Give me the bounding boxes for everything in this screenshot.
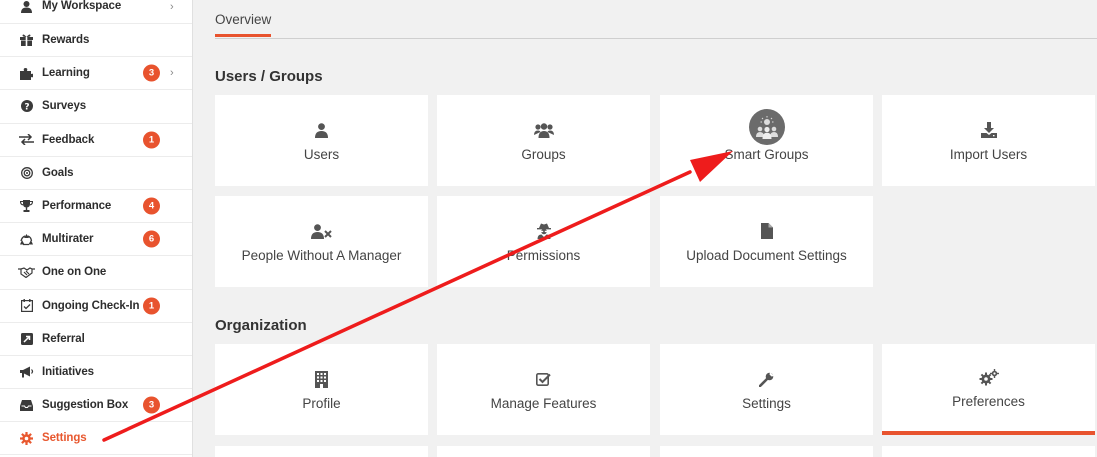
sidebar-item-label: Referral [42, 332, 85, 345]
gift-icon [18, 33, 35, 47]
card-label: Smart Groups [724, 147, 809, 162]
inbox-icon [18, 398, 35, 412]
card-import-users[interactable]: Import Users [882, 95, 1095, 186]
card-partial[interactable] [882, 446, 1095, 457]
card-label: Import Users [949, 147, 1028, 162]
sidebar-item-referral[interactable]: Referral [0, 323, 192, 356]
person-icon [18, 0, 35, 14]
sidebar-item-label: My Workspace [42, 0, 122, 12]
group-icon [533, 119, 554, 141]
card-label: Upload Document Settings [686, 248, 847, 263]
question-icon: ? [18, 99, 35, 113]
card-permissions[interactable]: Permissions [437, 196, 650, 287]
chevron-right-icon: › [170, 67, 174, 80]
sidebar: My Workspace › Rewards Learning 3 › ? Su… [0, 0, 193, 457]
trophy-icon [18, 199, 35, 213]
sidebar-item-label: Rewards [42, 34, 90, 47]
card-smart-groups[interactable]: Smart Groups [660, 95, 873, 186]
tab-bar: Overview [215, 0, 1097, 39]
recycle-icon [18, 232, 35, 246]
sidebar-item-suggestion-box[interactable]: Suggestion Box 3 [0, 389, 192, 423]
sidebar-item-ongoing-check-in[interactable]: Ongoing Check-In 1 [0, 290, 192, 323]
card-label: Groups [521, 147, 566, 162]
chevron-right-icon: › [170, 1, 174, 13]
file-icon [760, 220, 773, 242]
sidebar-item-label: Feedback [42, 133, 95, 146]
download-icon [980, 119, 997, 141]
sidebar-item-label: Surveys [42, 100, 87, 113]
svg-text:?: ? [24, 103, 29, 113]
sidebar-item-surveys[interactable]: ? Surveys [0, 90, 192, 124]
card-settings[interactable]: Settings [660, 344, 873, 435]
card-label: Permissions [506, 248, 581, 263]
card-label: Manage Features [490, 396, 597, 411]
calendar-check-icon [18, 299, 35, 313]
bullhorn-icon [18, 365, 35, 379]
share-icon [18, 332, 35, 346]
notification-badge: 1 [143, 131, 160, 149]
sidebar-item-one-on-one[interactable]: One on One [0, 256, 192, 290]
sidebar-item-label: Suggestion Box [42, 399, 129, 412]
notification-badge: 6 [143, 230, 160, 248]
user-secret-icon [536, 220, 551, 242]
card-label: Preferences [952, 394, 1025, 409]
sidebar-item-label: Initiatives [42, 365, 94, 378]
card-users[interactable]: Users [215, 95, 428, 186]
section-title-users-groups: Users / Groups [215, 68, 323, 85]
notification-badge: 4 [143, 197, 160, 215]
sidebar-item-multirater[interactable]: Multirater 6 [0, 223, 192, 257]
sidebar-item-label: Learning [42, 67, 90, 80]
gear-icon [18, 431, 35, 445]
card-label: Profile [302, 396, 341, 411]
card-partial[interactable] [215, 446, 428, 457]
card-label: Users [303, 147, 340, 162]
sidebar-item-label: Settings [42, 432, 87, 445]
card-partial[interactable] [437, 446, 650, 457]
sidebar-item-label: Ongoing Check-In [42, 299, 140, 312]
sidebar-item-learning[interactable]: Learning 3 › [0, 57, 192, 91]
target-icon [18, 166, 35, 180]
wrench-icon [759, 368, 774, 390]
sidebar-item-label: Multirater [42, 233, 94, 246]
sidebar-item-label: Goals [42, 166, 74, 179]
card-people-without-a-manager[interactable]: People Without A Manager [215, 196, 428, 287]
notification-badge: 3 [143, 396, 160, 414]
section-title-organization: Organization [215, 317, 307, 334]
building-icon [315, 368, 328, 390]
sidebar-item-rewards[interactable]: Rewards [0, 24, 192, 58]
sidebar-item-my-workspace[interactable]: My Workspace › [0, 0, 192, 24]
notification-badge: 1 [143, 297, 160, 315]
card-preferences[interactable]: Preferences [882, 344, 1095, 435]
handshake-icon [18, 265, 35, 279]
sidebar-item-label: One on One [42, 266, 107, 279]
gears-icon [979, 366, 999, 388]
smart-groups-icon [748, 109, 785, 145]
sidebar-item-feedback[interactable]: Feedback 1 [0, 124, 192, 157]
card-label: People Without A Manager [241, 248, 402, 263]
card-upload-document-settings[interactable]: Upload Document Settings [660, 196, 873, 287]
exchange-icon [18, 133, 35, 147]
card-manage-features[interactable]: Manage Features [437, 344, 650, 435]
card-label: Settings [742, 396, 791, 411]
sidebar-item-performance[interactable]: Performance 4 [0, 190, 192, 224]
puzzle-icon [18, 66, 35, 80]
card-partial[interactable] [660, 446, 873, 457]
sidebar-item-initiatives[interactable]: Initiatives [0, 356, 192, 390]
card-groups[interactable]: Groups [437, 95, 650, 186]
user-times-icon [311, 220, 332, 242]
sidebar-item-label: Performance [42, 200, 112, 213]
sidebar-item-settings[interactable]: Settings [0, 422, 192, 456]
sidebar-item-goals[interactable]: Goals [0, 157, 192, 190]
card-profile[interactable]: Profile [215, 344, 428, 435]
user-icon [315, 119, 328, 141]
main-content: Overview Users / Groups Users Groups Sma… [193, 0, 1097, 457]
check-square-icon [536, 368, 551, 390]
tab-overview[interactable]: Overview [215, 12, 272, 37]
notification-badge: 3 [143, 64, 160, 82]
